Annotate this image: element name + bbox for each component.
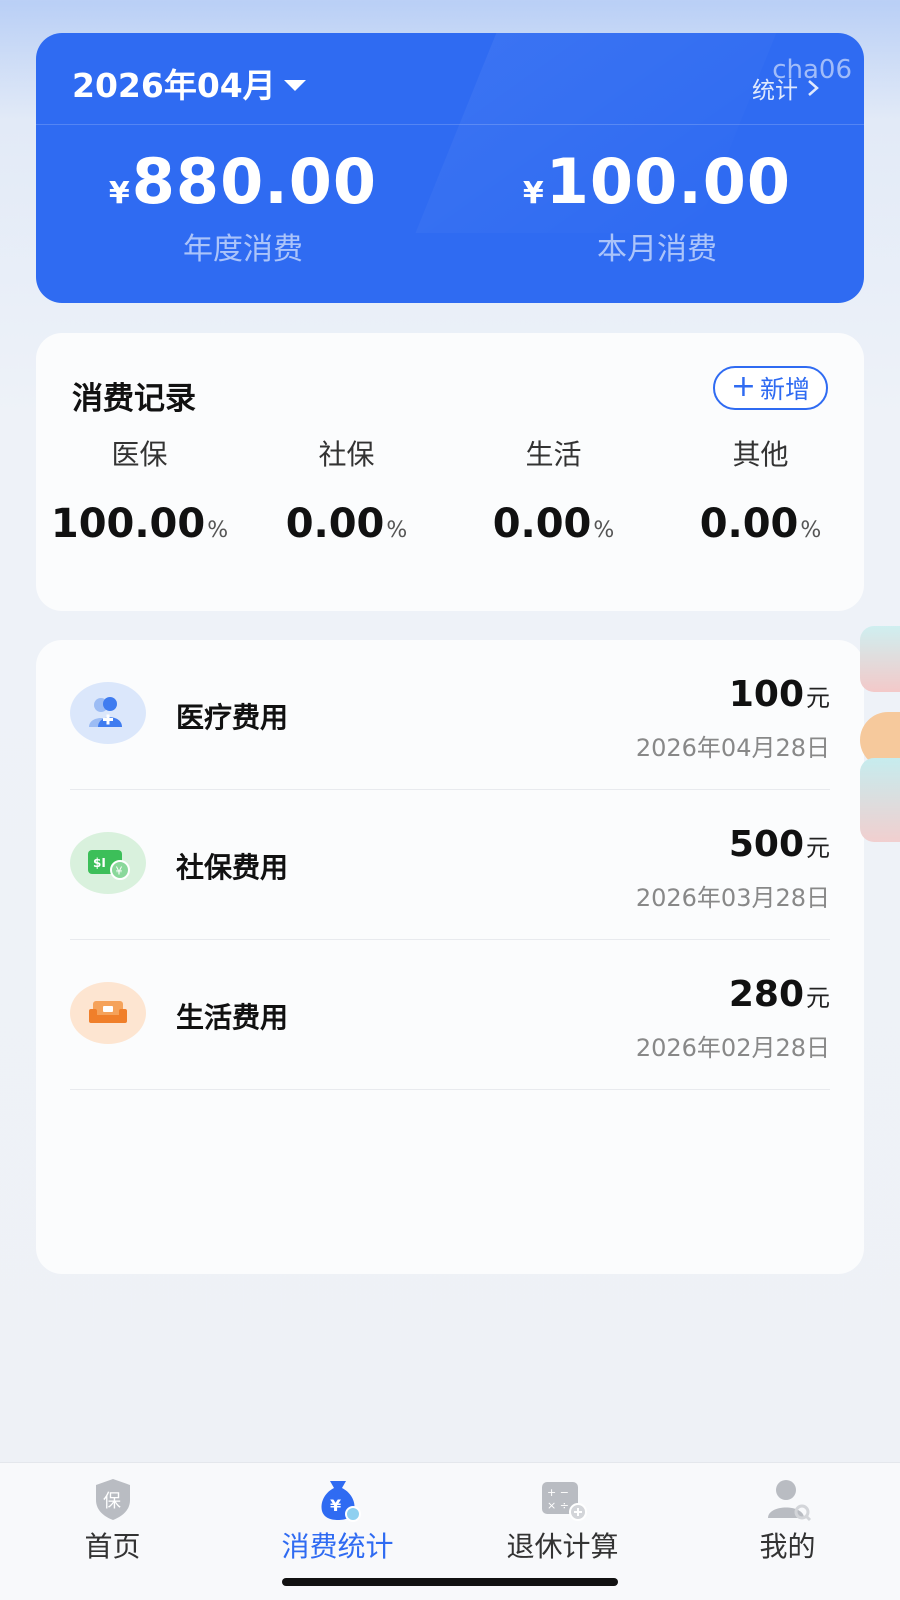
expense-date: 2026年03月28日: [635, 884, 830, 912]
category-percent-value: 100.00: [50, 501, 206, 547]
category-medical-insurance: 医保 100.00 %: [36, 433, 243, 547]
category-living: 生活 0.00 %: [450, 433, 657, 547]
record-title: 消费记录: [72, 381, 196, 417]
tab-retirement-calc[interactable]: + − × ÷ 退休计算: [450, 1463, 675, 1573]
category-name: 医保: [111, 438, 168, 471]
social-card-icon: $I ¥: [70, 832, 146, 894]
sofa-icon: [70, 982, 146, 1044]
svg-text:¥: ¥: [116, 865, 123, 878]
month-selector[interactable]: 2026年04月: [72, 63, 306, 105]
expense-list: 医疗费用 100 元 2026年04月28日 $I ¥ 社保费用 500 元 2…: [36, 640, 864, 1274]
expense-name: 社保费用: [176, 851, 289, 884]
annual-amount: ¥ 880.00: [36, 145, 450, 218]
annual-label: 年度消费: [183, 232, 303, 267]
percent-unit: %: [207, 518, 229, 543]
tab-home[interactable]: 保 首页: [0, 1463, 225, 1573]
watermark: cha06: [772, 55, 852, 85]
monthly-amount: ¥ 100.00: [450, 145, 864, 218]
svg-text:+ −: + −: [547, 1486, 569, 1499]
expense-amount-value: 500: [728, 824, 804, 865]
currency-symbol: ¥: [522, 176, 544, 211]
annual-amount-value: 880.00: [131, 145, 378, 218]
expense-amount-value: 100: [728, 674, 804, 715]
category-other: 其他 0.00 %: [657, 433, 864, 547]
currency-symbol: ¥: [108, 176, 130, 211]
svg-text:$I: $I: [93, 856, 106, 870]
caret-down-icon: [283, 79, 306, 91]
summary-card: 2026年04月 统计 cha06 ¥ 880.00 年度消费 ¥ 100.00…: [36, 33, 864, 303]
svg-text:¥: ¥: [330, 1496, 341, 1515]
percent-unit: %: [593, 518, 615, 543]
monthly-spending: ¥ 100.00 本月消费: [450, 145, 864, 268]
tab-label: 消费统计: [281, 1530, 394, 1563]
category-name: 其他: [732, 438, 789, 471]
summary-header: 2026年04月 统计 cha06: [36, 33, 864, 125]
expense-amount: 100 元: [729, 674, 830, 715]
expense-date: 2026年04月28日: [635, 734, 830, 762]
floating-widget-top[interactable]: [860, 626, 900, 692]
expense-item-social[interactable]: $I ¥ 社保费用 500 元 2026年03月28日: [70, 790, 830, 940]
floating-widget-bottom[interactable]: [860, 758, 900, 842]
expense-item-medical[interactable]: 医疗费用 100 元 2026年04月28日: [70, 640, 830, 790]
category-social-insurance: 社保 0.00 %: [243, 433, 450, 547]
tab-mine[interactable]: 我的: [675, 1463, 900, 1573]
plus-icon: +: [730, 369, 756, 404]
expense-amount-unit: 元: [806, 684, 830, 712]
percent-unit: %: [800, 518, 822, 543]
shield-icon: 保: [87, 1475, 139, 1523]
month-label: 2026年04月: [72, 66, 276, 105]
record-card: 消费记录 + 新增 医保 100.00 % 社保 0.00 % 生活 0.00 …: [36, 333, 864, 611]
medical-person-icon: [70, 682, 146, 744]
tab-spending-stats[interactable]: ¥ 消费统计: [225, 1463, 450, 1573]
category-percent-value: 0.00: [699, 501, 799, 547]
category-percent: 0.00 %: [657, 501, 864, 547]
expense-amount: 500 元: [729, 824, 830, 865]
expense-name: 医疗费用: [176, 701, 289, 734]
category-percent-value: 0.00: [285, 501, 385, 547]
category-grid: 医保 100.00 % 社保 0.00 % 生活 0.00 % 其他 0.00: [36, 433, 864, 547]
tab-label: 首页: [84, 1530, 141, 1563]
tab-label: 退休计算: [506, 1530, 619, 1563]
category-name: 社保: [318, 438, 375, 471]
category-name: 生活: [525, 438, 582, 471]
annual-spending: ¥ 880.00 年度消费: [36, 145, 450, 268]
monthly-label: 本月消费: [597, 232, 717, 267]
svg-text:保: 保: [103, 1491, 121, 1512]
expense-date: 2026年02月28日: [635, 1034, 830, 1062]
category-percent: 0.00 %: [450, 501, 657, 547]
add-button-label: 新增: [759, 375, 810, 404]
category-percent: 0.00 %: [243, 501, 450, 547]
expense-amount-unit: 元: [806, 984, 830, 1012]
svg-text:× ÷: × ÷: [547, 1499, 569, 1512]
expense-name: 生活费用: [176, 1001, 289, 1034]
home-indicator[interactable]: [282, 1578, 618, 1586]
expense-amount-value: 280: [728, 974, 804, 1015]
percent-unit: %: [386, 518, 408, 543]
expense-amount-unit: 元: [806, 834, 830, 862]
monthly-amount-value: 100.00: [545, 145, 792, 218]
category-percent: 100.00 %: [36, 501, 243, 547]
add-button[interactable]: + 新增: [712, 366, 828, 410]
user-icon: [762, 1475, 814, 1523]
expense-amount: 280 元: [729, 974, 830, 1015]
money-bag-icon: ¥: [312, 1475, 364, 1523]
calculator-icon: + − × ÷: [537, 1475, 589, 1523]
category-percent-value: 0.00: [492, 501, 592, 547]
tab-label: 我的: [759, 1530, 816, 1563]
expense-item-living[interactable]: 生活费用 280 元 2026年02月28日: [70, 940, 830, 1090]
